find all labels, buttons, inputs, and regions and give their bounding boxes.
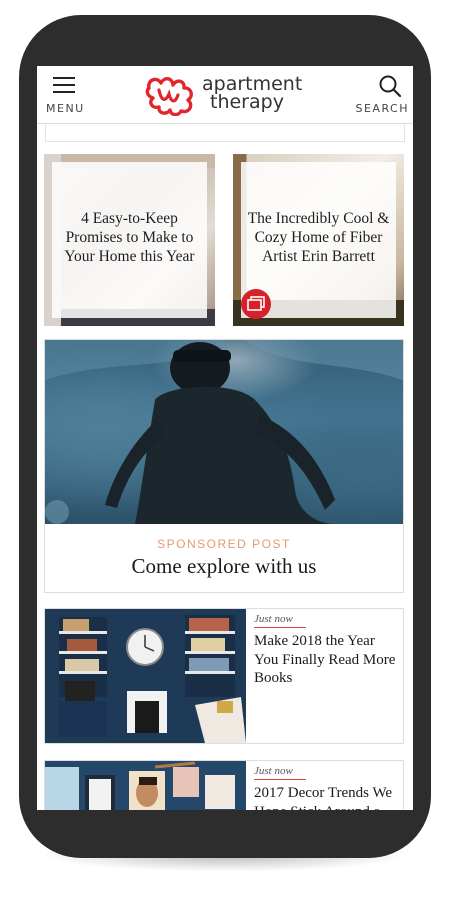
gallery-badge[interactable] [241,289,271,319]
tile-title: 4 Easy-to-Keep Promises to Make to Your … [64,210,195,265]
article-title[interactable]: 2017 Decor Trends We Hope Stick Around a… [254,784,402,810]
menu-label: MENU [46,102,85,115]
previous-card-remnant [45,122,405,142]
phone-screen: MENU apartment therapy SEARCH 4 Easy-to-… [37,66,413,810]
sponsored-post-card[interactable]: SPONSORED POST Come explore with us [44,339,404,593]
menu-button[interactable]: MENU [45,73,83,119]
article-title[interactable]: Make 2018 the Year You Finally Read More… [254,632,402,688]
logo-text-therapy: therapy [210,91,284,113]
site-header: MENU apartment therapy SEARCH [37,66,413,124]
apartment-therapy-logo-mark [145,77,193,116]
tile-title: The Incredibly Cool & Cozy Home of Fiber… [247,210,390,265]
article-text: Just now 2017 Decor Trends We Hope Stick… [254,765,402,810]
sponsored-image [45,340,403,524]
sponsored-title[interactable]: Come explore with us [45,554,403,579]
article-thumbnail [45,609,246,743]
article-tile[interactable]: 4 Easy-to-Keep Promises to Make to Your … [44,154,215,326]
article-list-item[interactable]: Just now 2017 Decor Trends We Hope Stick… [44,760,404,810]
search-icon [379,75,402,98]
search-label: SEARCH [355,102,409,115]
article-text: Just now Make 2018 the Year You Finally … [254,613,402,688]
sponsored-tag: SPONSORED POST [157,537,291,551]
article-thumbnail [45,761,246,810]
site-logo[interactable]: apartment therapy [145,72,315,116]
search-button[interactable]: SEARCH [355,73,409,119]
article-list-item[interactable]: Just now Make 2018 the Year You Finally … [44,608,404,744]
article-tile[interactable]: The Incredibly Cool & Cozy Home of Fiber… [233,154,404,326]
article-timestamp: Just now [254,765,306,780]
article-timestamp: Just now [254,613,306,628]
hamburger-icon [53,76,75,94]
gallery-icon [247,296,265,311]
